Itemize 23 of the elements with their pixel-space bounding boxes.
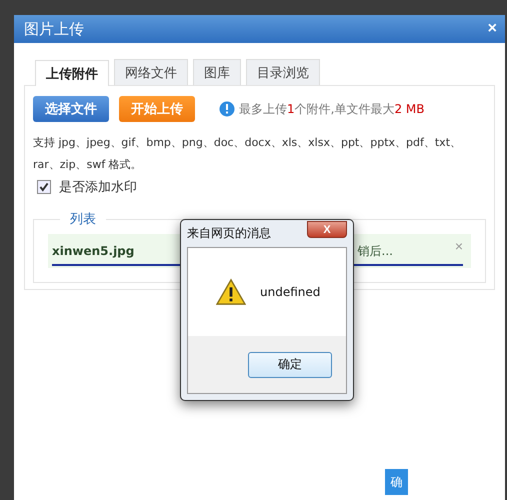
upload-limit-note: 最多上传1个附件,单文件最大2 MB: [239, 100, 425, 118]
close-button[interactable]: X: [307, 221, 347, 238]
supported-formats-note: 支持 jpg、jpeg、gif、bmp、png、doc、docx、xls、xlsx、ppt、pptx、pdf、txt、rar、zip、swf 格式。: [33, 135, 462, 173]
file-status: 销后...: [358, 242, 393, 260]
action-button[interactable]: 开始上传: [119, 96, 195, 122]
alert-message: undefined: [260, 285, 320, 299]
tab[interactable]: 目录浏览: [246, 59, 320, 85]
tab[interactable]: 上传附件: [35, 60, 109, 86]
watermark-label: 是否添加水印: [59, 179, 137, 196]
file-name: xinwen5.jpg: [52, 244, 134, 258]
tab[interactable]: 网络文件: [114, 59, 188, 85]
list-legend: 列表: [60, 210, 106, 228]
remove-button[interactable]: ×: [454, 238, 463, 254]
warning-icon: [216, 278, 246, 306]
ok-button[interactable]: 确定: [248, 352, 332, 378]
dialog-title: 图片上传: [24, 20, 84, 38]
info-icon: [219, 101, 235, 117]
tab[interactable]: 图库: [193, 59, 241, 85]
close-button[interactable]: ×: [488, 20, 497, 38]
alert-title: 来自网页的消息: [187, 225, 271, 242]
watermark-checkbox[interactable]: [37, 180, 51, 194]
confirm-button[interactable]: 确: [385, 469, 408, 495]
action-button[interactable]: 选择文件: [33, 96, 109, 122]
